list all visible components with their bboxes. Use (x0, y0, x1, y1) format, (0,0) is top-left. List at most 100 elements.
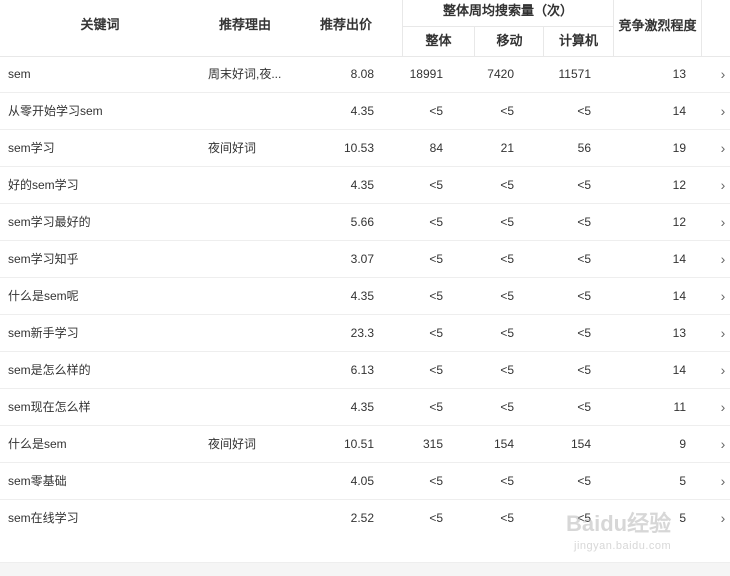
bid-cell: 6.13 (350, 363, 374, 377)
column-header-mobile[interactable]: 移动 (474, 27, 544, 56)
pc-volume-cell: <5 (577, 215, 591, 229)
table-row[interactable]: sem学习 夜间好词 10.53 84 21 56 19 › (0, 130, 730, 167)
keyword-planner-page: 关键词 推荐理由 推荐出价 整体周均搜索量（次） 整体 移动 计算机 竞争激烈程… (0, 0, 730, 576)
chevron-right-icon[interactable]: › (716, 500, 730, 536)
competition-cell: 14 (672, 363, 686, 377)
keyword-cell: sem新手学习 (8, 326, 79, 340)
pc-volume-cell: <5 (577, 400, 591, 414)
bid-cell: 23.3 (350, 326, 374, 340)
pc-volume-cell: <5 (577, 289, 591, 303)
column-header-pc[interactable]: 计算机 (543, 27, 613, 56)
column-header-reason[interactable]: 推荐理由 (200, 0, 290, 56)
pc-volume-cell: 11571 (558, 67, 591, 81)
table-row[interactable]: sem新手学习 23.3 <5 <5 <5 13 › (0, 315, 730, 352)
reason-cell (208, 315, 288, 351)
column-header-bid[interactable]: 推荐出价 (290, 0, 402, 56)
keyword-cell: sem (8, 67, 31, 81)
chevron-right-icon[interactable]: › (716, 278, 730, 314)
bid-cell: 4.35 (350, 400, 374, 414)
reason-cell: 周末好词,夜... (208, 67, 282, 81)
mobile-volume-cell: <5 (500, 252, 514, 266)
table-row[interactable]: sem在线学习 2.52 <5 <5 <5 5 › (0, 500, 730, 537)
reason-cell (208, 241, 288, 277)
overall-volume-cell: <5 (429, 178, 443, 192)
mobile-volume-cell: <5 (500, 511, 514, 525)
chevron-right-icon[interactable]: › (716, 130, 730, 166)
overall-volume-cell: <5 (429, 104, 443, 118)
table-row[interactable]: 什么是sem呢 4.35 <5 <5 <5 14 › (0, 278, 730, 315)
overall-volume-cell: <5 (429, 215, 443, 229)
table-row[interactable]: 从零开始学习sem 4.35 <5 <5 <5 14 › (0, 93, 730, 130)
reason-cell: 夜间好词 (208, 437, 257, 451)
chevron-right-icon[interactable]: › (716, 389, 730, 425)
reason-cell: 夜间好词 (208, 141, 257, 155)
chevron-right-icon[interactable]: › (716, 315, 730, 351)
chevron-right-icon[interactable]: › (716, 167, 730, 203)
competition-cell: 12 (672, 215, 686, 229)
table-row[interactable]: sem 周末好词,夜... 8.08 18991 7420 11571 13 › (0, 56, 730, 93)
keyword-cell: 从零开始学习sem (8, 104, 103, 118)
mobile-volume-cell: <5 (500, 215, 514, 229)
competition-cell: 14 (672, 252, 686, 266)
reason-cell (208, 463, 288, 499)
pc-volume-cell: <5 (577, 104, 591, 118)
watermark-url: jingyan.baidu.com (574, 540, 672, 552)
keyword-cell: sem现在怎么样 (8, 400, 91, 414)
chevron-right-icon[interactable]: › (716, 352, 730, 388)
keyword-cell: sem在线学习 (8, 511, 79, 525)
table-row[interactable]: sem学习最好的 5.66 <5 <5 <5 12 › (0, 204, 730, 241)
footer-bar (0, 562, 730, 576)
pc-volume-cell: <5 (577, 178, 591, 192)
bid-cell: 4.35 (350, 289, 374, 303)
table-header: 关键词 推荐理由 推荐出价 整体周均搜索量（次） 整体 移动 计算机 竞争激烈程… (0, 0, 730, 57)
keyword-cell: sem学习最好的 (8, 215, 91, 229)
reason-cell (208, 278, 288, 314)
table-row[interactable]: sem是怎么样的 6.13 <5 <5 <5 14 › (0, 352, 730, 389)
column-header-competition[interactable]: 竞争激烈程度 (613, 0, 702, 56)
table-row[interactable]: sem学习知乎 3.07 <5 <5 <5 14 › (0, 241, 730, 278)
table-row[interactable]: 什么是sem 夜间好词 10.51 315 154 154 9 › (0, 426, 730, 463)
competition-cell: 13 (672, 67, 686, 81)
pc-volume-cell: <5 (577, 474, 591, 488)
table-row[interactable]: sem零基础 4.05 <5 <5 <5 5 › (0, 463, 730, 500)
competition-cell: 14 (672, 104, 686, 118)
table-row[interactable]: 好的sem学习 4.35 <5 <5 <5 12 › (0, 167, 730, 204)
keyword-cell: sem零基础 (8, 474, 67, 488)
competition-cell: 12 (672, 178, 686, 192)
mobile-volume-cell: 154 (493, 437, 514, 451)
keyword-cell: 好的sem学习 (8, 178, 79, 192)
mobile-volume-cell: 21 (500, 141, 514, 155)
pc-volume-cell: <5 (577, 363, 591, 377)
competition-cell: 13 (672, 326, 686, 340)
mobile-volume-cell: <5 (500, 326, 514, 340)
mobile-volume-cell: <5 (500, 474, 514, 488)
overall-volume-cell: <5 (429, 363, 443, 377)
chevron-right-icon[interactable]: › (716, 426, 730, 462)
competition-cell: 11 (673, 400, 686, 414)
competition-cell: 19 (672, 141, 686, 155)
chevron-right-icon[interactable]: › (716, 463, 730, 499)
chevron-right-icon[interactable]: › (716, 93, 730, 129)
overall-volume-cell: <5 (429, 511, 443, 525)
mobile-volume-cell: <5 (500, 104, 514, 118)
table-row[interactable]: sem现在怎么样 4.35 <5 <5 <5 11 › (0, 389, 730, 426)
keyword-cell: sem学习知乎 (8, 252, 79, 266)
reason-cell (208, 204, 288, 240)
chevron-right-icon[interactable]: › (716, 204, 730, 240)
reason-cell (208, 389, 288, 425)
bid-cell: 4.05 (350, 474, 374, 488)
chevron-right-icon[interactable]: › (716, 56, 730, 92)
bid-cell: 4.35 (350, 178, 374, 192)
bid-cell: 8.08 (350, 67, 374, 81)
chevron-right-icon[interactable]: › (716, 241, 730, 277)
table-body: sem 周末好词,夜... 8.08 18991 7420 11571 13 › 从零开始学习s… (0, 56, 730, 537)
competition-cell: 9 (679, 437, 686, 451)
column-header-keyword[interactable]: 关键词 (0, 0, 200, 56)
pc-volume-cell: <5 (577, 511, 591, 525)
bid-cell: 4.35 (350, 104, 374, 118)
overall-volume-cell: <5 (429, 252, 443, 266)
mobile-volume-cell: 7420 (487, 67, 514, 81)
column-header-overall[interactable]: 整体 (402, 27, 474, 56)
competition-cell: 5 (679, 511, 686, 525)
overall-volume-cell: 18991 (409, 67, 443, 81)
